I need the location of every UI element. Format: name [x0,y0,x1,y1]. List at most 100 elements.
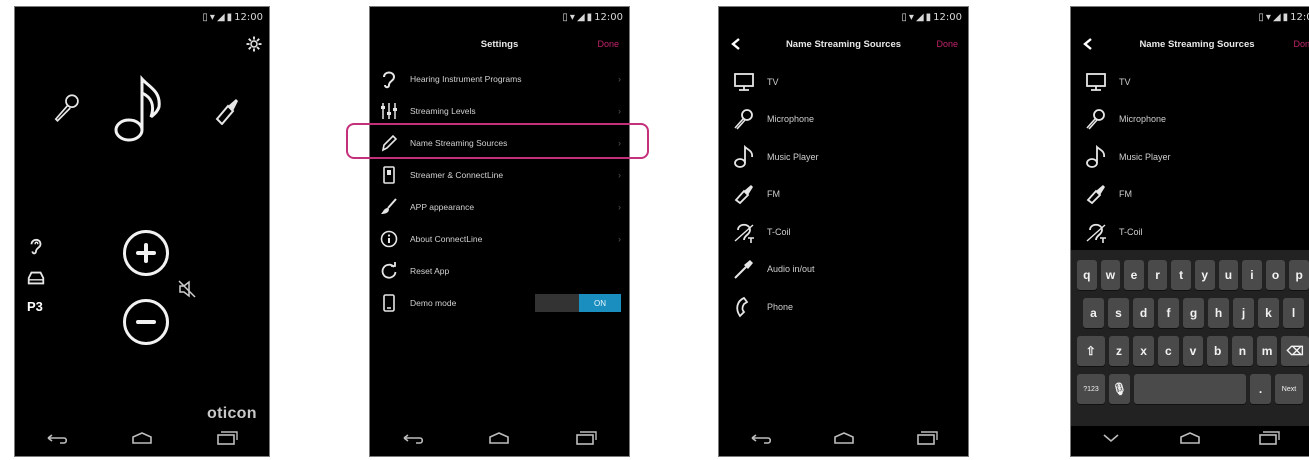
source-item-music-player[interactable]: Music Player [1071,138,1309,176]
space-key[interactable] [1134,374,1246,404]
done-button[interactable]: Done [936,39,958,49]
source-item-music-player[interactable]: Music Player [719,138,968,176]
key-d[interactable]: d [1133,298,1154,328]
key-u[interactable]: u [1218,260,1239,290]
key-h[interactable]: h [1208,298,1229,328]
key-z[interactable]: z [1108,336,1130,366]
settings-item-app-appearance[interactable]: APP appearance › [370,191,629,223]
source-item-microphone[interactable]: Microphone [1071,101,1309,139]
settings-item-streaming-levels[interactable]: Streaming Levels › [370,95,629,127]
key-o[interactable]: o [1265,260,1286,290]
done-button[interactable]: Done [597,39,619,49]
key-l[interactable]: l [1283,298,1304,328]
source-item-tv[interactable]: TV [719,63,968,101]
recents-icon[interactable] [573,430,599,446]
home-icon[interactable] [831,430,857,446]
source-item-audio[interactable]: Audio in/out [719,251,968,289]
mute-icon[interactable] [177,279,197,299]
settings-item-label: Name Streaming Sources [410,138,508,148]
keyboard-row-2: a s d f g h j k l [1071,298,1309,328]
settings-item-name-sources[interactable]: Name Streaming Sources › [370,127,629,159]
keyboard-row-3: ⇧ z x c v b n m ⌫ [1071,336,1309,366]
key-y[interactable]: y [1194,260,1215,290]
source-item-fm[interactable]: FM [719,176,968,214]
back-icon[interactable] [44,430,70,446]
status-bar: ▯ ▾ ◢ ▮ 12:00 [901,10,962,24]
demo-mode-toggle[interactable]: ON [535,294,621,312]
key-n[interactable]: n [1232,336,1253,366]
volume-down-button[interactable] [123,299,169,345]
key-k[interactable]: k [1258,298,1279,328]
voice-input-icon[interactable]: 🎙 [1109,374,1130,404]
key-p[interactable]: p [1289,260,1309,290]
gear-icon[interactable] [245,35,263,53]
back-arrow-icon[interactable] [729,37,743,51]
battery-icon: ▮ [586,11,593,23]
source-item-tcoil[interactable]: T-Coil [1071,213,1309,251]
recents-icon[interactable] [1256,430,1282,446]
status-bar: ▯ ▾ ◢ ▮ 12:00 [562,10,623,24]
reset-icon [376,260,402,282]
home-icon[interactable] [486,430,512,446]
key-f[interactable]: f [1158,298,1179,328]
key-t[interactable]: t [1171,260,1191,290]
fm-icon[interactable] [211,95,241,125]
status-bar: ▯ ▾ ◢ ▮ 12:00 [202,10,263,24]
settings-item-reset[interactable]: Reset App [370,255,629,287]
source-label: Microphone [767,114,815,125]
source-item-tv[interactable]: TV [1071,63,1309,101]
key-a[interactable]: a [1083,298,1104,328]
key-m[interactable]: m [1256,336,1278,366]
key-b[interactable]: b [1207,336,1229,366]
key-q[interactable]: q [1077,260,1097,290]
key-c[interactable]: c [1157,336,1179,366]
status-time: 12:00 [234,11,263,23]
microphone-icon[interactable] [49,91,83,125]
symbols-key[interactable]: ?123 [1077,374,1105,404]
volume-up-button[interactable] [123,230,169,276]
key-w[interactable]: w [1100,260,1121,290]
period-key[interactable]: . [1250,374,1271,404]
sources-header: Name Streaming Sources Done [1071,27,1309,61]
settings-item-label: About ConnectLine [410,234,483,244]
key-x[interactable]: x [1133,336,1154,366]
sources-list: TV Microphone Music Player FM T-Coil Aud… [719,63,968,326]
chevron-right-icon: › [618,106,621,116]
back-icon[interactable] [748,430,774,446]
key-e[interactable]: e [1124,260,1144,290]
recents-icon[interactable] [214,430,240,446]
settings-item-label: Streaming Levels [410,106,476,116]
key-g[interactable]: g [1183,298,1204,328]
page-title: Name Streaming Sources [785,38,902,50]
settings-item-hearing-programs[interactable]: Hearing Instrument Programs › [370,63,629,95]
home-icon[interactable] [129,430,155,446]
vibrate-icon: ▯ [202,11,208,23]
source-label: Phone [767,301,794,312]
key-j[interactable]: j [1233,298,1254,328]
home-icon[interactable] [1177,430,1203,446]
next-key[interactable]: Next [1275,374,1303,404]
pencil-icon [376,132,402,154]
key-r[interactable]: r [1147,260,1168,290]
hide-keyboard-icon[interactable] [1098,430,1124,446]
done-button[interactable]: Done [1293,39,1309,49]
key-i[interactable]: i [1242,260,1262,290]
back-icon[interactable] [400,430,426,446]
back-arrow-icon[interactable] [1081,37,1095,51]
music-note-icon[interactable] [111,73,167,145]
key-s[interactable]: s [1108,298,1129,328]
recents-icon[interactable] [914,430,940,446]
key-v[interactable]: v [1182,336,1204,366]
source-item-phone[interactable]: Phone [719,288,968,326]
settings-item-streamer[interactable]: Streamer & ConnectLine › [370,159,629,191]
backspace-icon[interactable]: ⌫ [1281,336,1309,366]
source-item-fm[interactable]: FM [1071,176,1309,214]
sources-header: Name Streaming Sources Done [719,27,968,61]
shift-icon[interactable]: ⇧ [1077,336,1105,366]
source-item-tcoil[interactable]: T-Coil [719,213,968,251]
settings-item-about[interactable]: About ConnectLine › [370,223,629,255]
source-item-microphone[interactable]: Microphone [719,101,968,139]
battery-icon: ▮ [925,11,932,23]
battery-icon: ▮ [1282,11,1289,23]
settings-item-label: APP appearance [410,202,475,212]
